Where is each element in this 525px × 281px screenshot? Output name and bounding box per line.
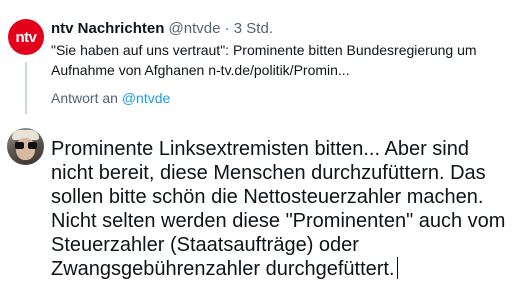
tweet-time[interactable]: 3 Std. bbox=[234, 20, 273, 37]
replying-to-handle[interactable]: @ntvde bbox=[122, 90, 170, 106]
reply-compose-input[interactable]: Prominente Linksextremisten bitten... Ab… bbox=[51, 137, 516, 281]
tweet-text-line: Aufnahme von Afghanen n-tv.de/politik/Pr… bbox=[51, 62, 350, 78]
author-avatar[interactable]: ntv bbox=[8, 19, 44, 55]
tweet-text-line: "Sie haben auf uns vertraut": Prominente… bbox=[51, 42, 477, 58]
tweet-header: ntv Nachrichten @ntvde · 3 Std. bbox=[51, 20, 273, 37]
replying-to: Antwort an @ntvde bbox=[51, 90, 170, 106]
reply-text: Prominente Linksextremisten bitten... Ab… bbox=[51, 138, 506, 280]
author-name[interactable]: ntv Nachrichten bbox=[51, 20, 164, 37]
text-caret bbox=[396, 257, 398, 279]
thread-connector-line bbox=[25, 62, 27, 114]
tweet-text: "Sie haben auf uns vertraut": Prominente… bbox=[51, 40, 491, 80]
meta-separator: · bbox=[220, 20, 234, 37]
user-avatar[interactable] bbox=[7, 128, 44, 165]
avatar-logo-text: ntv bbox=[15, 28, 38, 46]
author-handle[interactable]: @ntvde bbox=[169, 20, 221, 37]
replying-to-prefix: Antwort an bbox=[51, 90, 122, 106]
